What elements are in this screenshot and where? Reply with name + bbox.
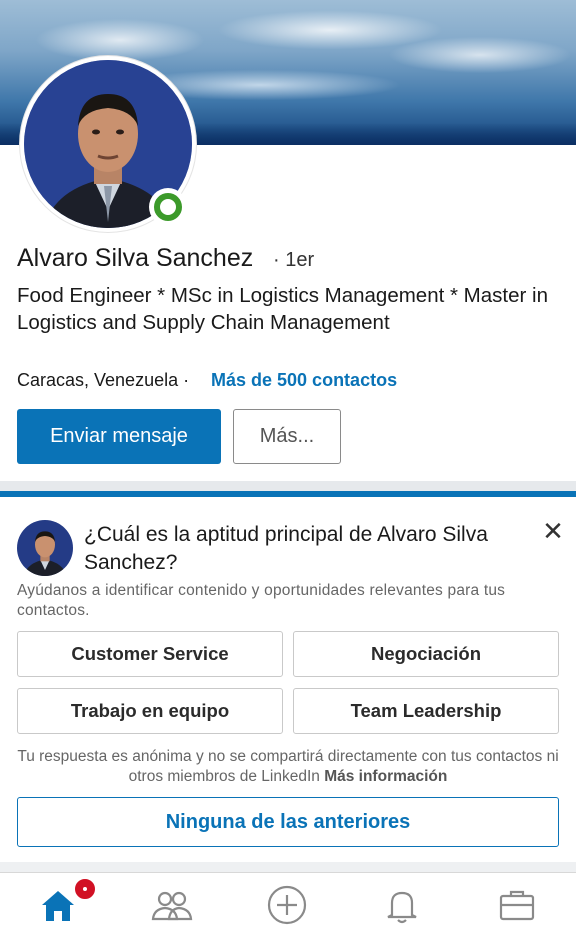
skill-option-trabajo-en-equipo[interactable]: Trabajo en equipo — [17, 688, 283, 734]
skill-question-subtitle: Ayúdanos a identificar contenido y oport… — [17, 582, 506, 619]
skill-option-team-leadership[interactable]: Team Leadership — [293, 688, 559, 734]
connection-degree: · 1er — [273, 249, 315, 271]
anonymity-note: Tu respuesta es anónima y no se comparti… — [17, 747, 559, 787]
profile-name: Alvaro Silva Sanchez — [17, 244, 254, 272]
card-accent — [0, 491, 576, 497]
notifications-icon[interactable] — [380, 883, 424, 927]
people-icon[interactable] — [150, 883, 194, 927]
profile-headline: Food Engineer * MSc in Logistics Managem… — [17, 284, 548, 334]
more-info-link[interactable]: Más información — [324, 768, 447, 785]
anonymity-note-text: Tu respuesta es anónima y no se comparti… — [17, 748, 559, 785]
more-button[interactable]: Más... — [233, 409, 341, 464]
notification-badge — [73, 877, 97, 901]
section-divider — [0, 481, 576, 491]
skill-option-customer-service[interactable]: Customer Service — [17, 631, 283, 677]
jobs-icon[interactable] — [495, 883, 539, 927]
close-icon[interactable]: ✕ — [540, 518, 566, 544]
skill-question-title: ¿Cuál es la aptitud principal de Alvaro … — [84, 523, 488, 574]
profile-location: Caracas, Venezuela · — [17, 370, 190, 390]
question-avatar — [17, 520, 73, 576]
online-status-icon — [149, 188, 187, 226]
add-post-icon[interactable] — [265, 883, 309, 927]
card-divider — [0, 862, 576, 872]
none-of-the-above-button[interactable]: Ninguna de las anteriores — [17, 797, 559, 847]
send-message-button[interactable]: Enviar mensaje — [17, 409, 221, 464]
skill-option-negociacion[interactable]: Negociación — [293, 631, 559, 677]
connections-link[interactable]: Más de 500 contactos — [211, 370, 397, 391]
